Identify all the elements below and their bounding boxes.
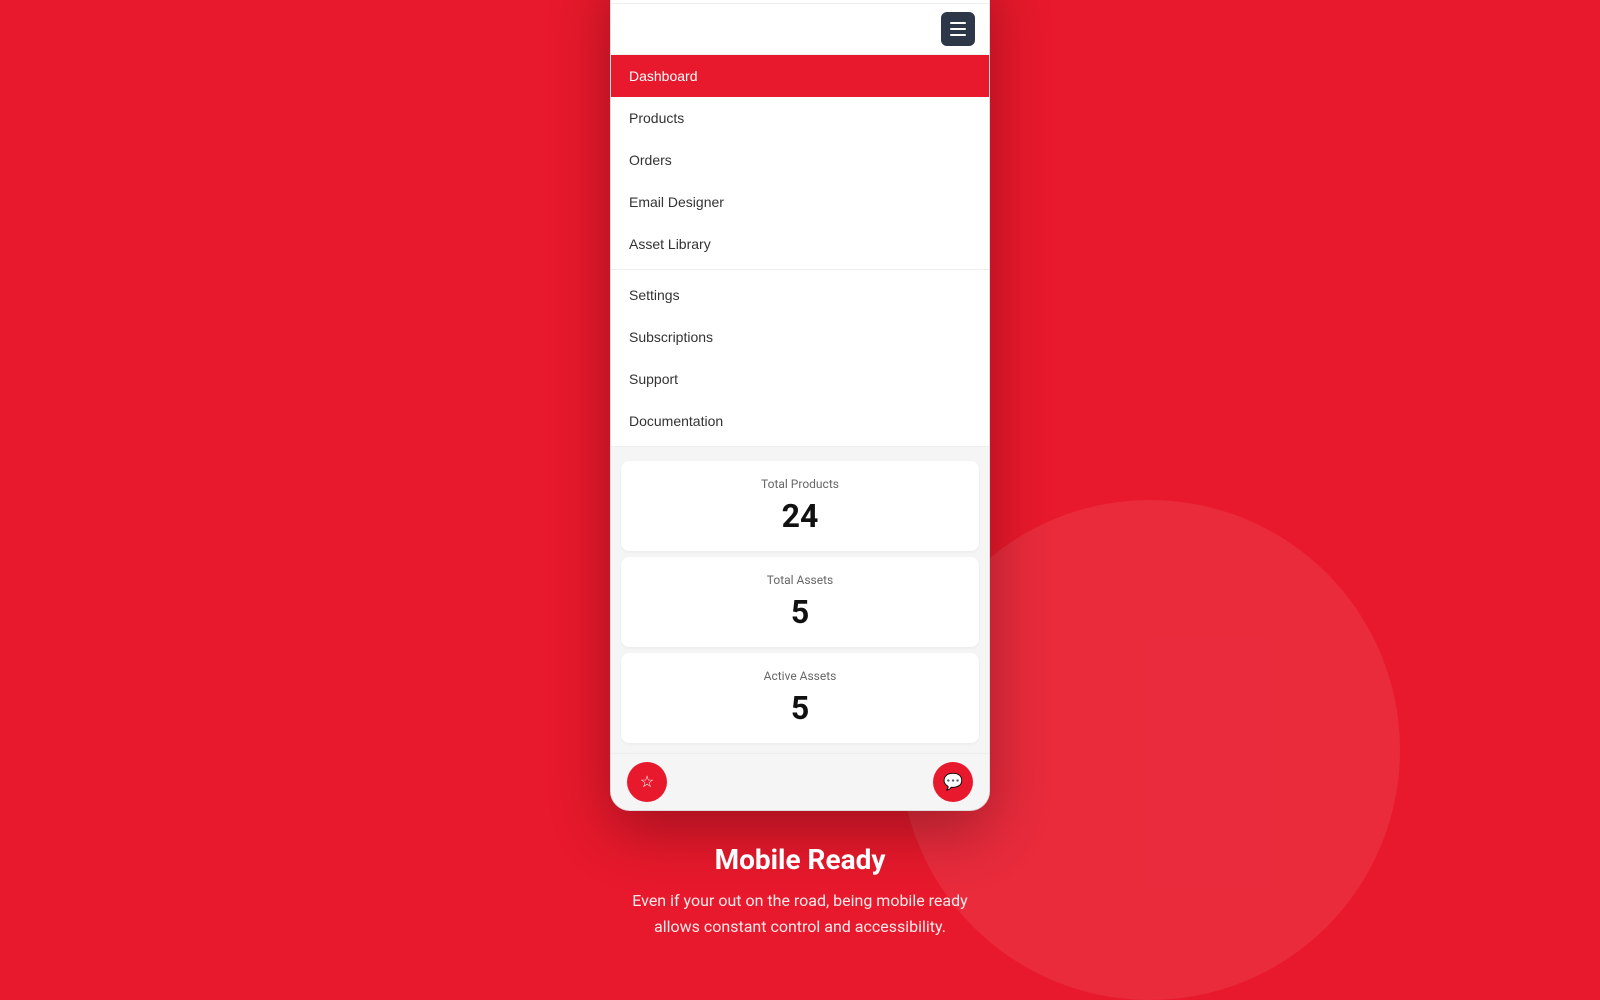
menu-bar-3 xyxy=(950,34,966,36)
nav-item-settings[interactable]: Settings xyxy=(611,274,989,316)
chat-icon: 💬 xyxy=(943,772,963,792)
hamburger-menu-button[interactable] xyxy=(941,12,975,46)
stat-label-total-products: Total Products xyxy=(637,477,963,491)
nav-divider xyxy=(611,269,989,270)
nav-item-dashboard[interactable]: Dashboard xyxy=(611,55,989,97)
stat-label-total-assets: Total Assets xyxy=(637,573,963,587)
nav-item-orders[interactable]: Orders xyxy=(611,139,989,181)
phone-mockup: A AnyAsset - Digital Downloads 📌 ··· Das… xyxy=(610,0,990,811)
marketing-heading: Mobile Ready xyxy=(610,843,990,876)
stat-card-active-assets: Active Assets 5 xyxy=(621,653,979,743)
stat-value-total-assets: 5 xyxy=(637,593,963,631)
bottom-bar: ☆ 💬 xyxy=(611,753,989,810)
stat-card-total-assets: Total Assets 5 xyxy=(621,557,979,647)
stats-section: Total Products 24 Total Assets 5 Active … xyxy=(611,451,989,753)
nav-item-email-designer[interactable]: Email Designer xyxy=(611,181,989,223)
page-wrapper: A AnyAsset - Digital Downloads 📌 ··· Das… xyxy=(610,0,990,940)
menu-bar-1 xyxy=(950,22,966,24)
marketing-section: Mobile Ready Even if your out on the roa… xyxy=(610,843,990,939)
nav-section: Dashboard Products Orders Email Designer… xyxy=(611,55,989,447)
nav-item-support[interactable]: Support xyxy=(611,358,989,400)
nav-item-documentation[interactable]: Documentation xyxy=(611,400,989,442)
stat-value-active-assets: 5 xyxy=(637,689,963,727)
menu-bar-2 xyxy=(950,28,966,30)
star-icon: ☆ xyxy=(640,772,654,792)
nav-item-products[interactable]: Products xyxy=(611,97,989,139)
menu-button-row xyxy=(611,4,989,55)
favorite-button[interactable]: ☆ xyxy=(627,762,667,802)
stat-card-total-products: Total Products 24 xyxy=(621,461,979,551)
stat-label-active-assets: Active Assets xyxy=(637,669,963,683)
chat-button[interactable]: 💬 xyxy=(933,762,973,802)
nav-divider-2 xyxy=(611,446,989,447)
stat-value-total-products: 24 xyxy=(637,497,963,535)
nav-item-subscriptions[interactable]: Subscriptions xyxy=(611,316,989,358)
nav-item-asset-library[interactable]: Asset Library xyxy=(611,223,989,265)
marketing-body: Even if your out on the road, being mobi… xyxy=(610,888,990,939)
